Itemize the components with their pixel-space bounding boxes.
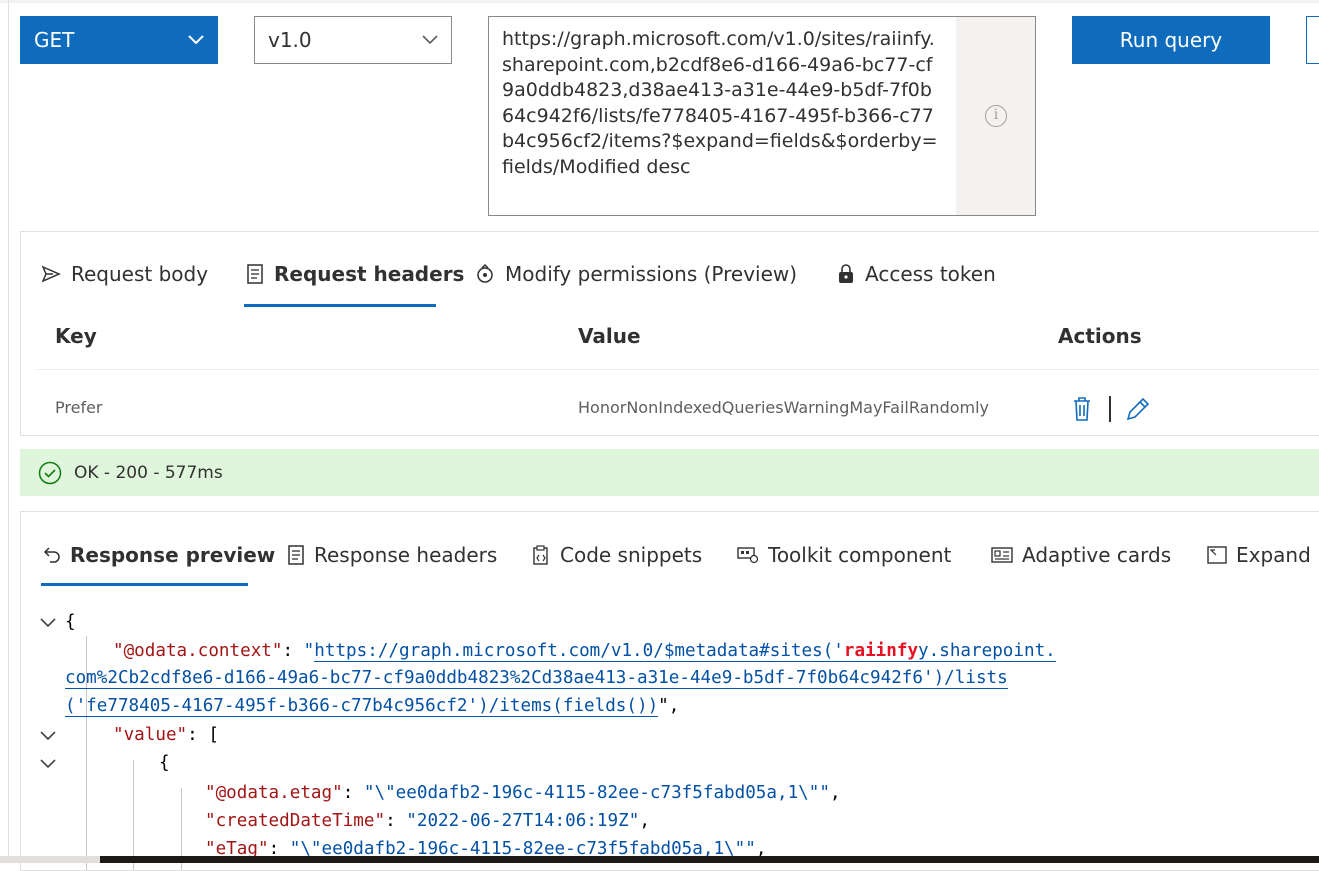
toolkit-icon — [737, 547, 759, 564]
json-string: " — [303, 641, 315, 661]
table-divider — [37, 369, 1319, 370]
permissions-icon — [477, 264, 493, 283]
http-method-dropdown[interactable]: GET — [20, 16, 218, 64]
tab-response-preview[interactable]: Response preview — [43, 543, 275, 567]
header-value-cell: HonorNonIndexedQueriesWarningMayFailRand… — [578, 398, 990, 417]
tab-request-headers[interactable]: Request headers — [246, 262, 464, 286]
json-line: { — [65, 608, 76, 636]
taskbar-strip — [0, 856, 1319, 863]
request-panel: Request body Request headers Modify perm… — [20, 231, 1319, 436]
tab-label: Response headers — [314, 543, 498, 567]
json-key: "@odata.context" — [113, 641, 283, 661]
json-line: ('fe778405-4167-495f-b366-c77b4c956cf2')… — [65, 692, 679, 720]
json-brace: { — [159, 753, 170, 773]
chevron-down-icon — [188, 35, 204, 45]
redacted-text: raiinfy — [843, 641, 919, 661]
request-url-input[interactable]: https://graph.microsoft.com/v1.0/sites/r… — [488, 16, 1036, 216]
api-version-value: v1.0 — [268, 28, 312, 52]
collapse-chevron-icon[interactable] — [39, 613, 57, 631]
document-header-icon — [288, 545, 304, 565]
tab-label: Request headers — [274, 262, 465, 286]
collapse-chevron-icon[interactable] — [39, 726, 57, 744]
card-icon — [991, 547, 1013, 563]
json-key: "@odata.etag" — [205, 783, 343, 803]
chevron-down-icon — [422, 35, 438, 45]
expand-icon — [1207, 546, 1227, 564]
tab-adaptive-cards[interactable]: Adaptive cards — [991, 543, 1171, 567]
request-url-text[interactable]: https://graph.microsoft.com/v1.0/sites/r… — [502, 27, 942, 180]
tab-label: Adaptive cards — [1022, 543, 1172, 567]
checkmark-circle-icon — [38, 461, 62, 484]
lock-icon — [839, 264, 853, 283]
json-bracket: [ — [208, 725, 219, 745]
tab-label: Toolkit component — [768, 543, 952, 567]
tab-access-token[interactable]: Access token — [837, 262, 996, 286]
json-link[interactable]: https://graph.microsoft.com/v1.0/$metada… — [314, 641, 1056, 662]
left-divider — [8, 0, 9, 863]
json-punct: ", — [658, 696, 680, 716]
column-header-actions: Actions — [1058, 324, 1142, 348]
run-query-button[interactable]: Run query — [1072, 16, 1270, 64]
json-key: "createdDateTime" — [205, 811, 386, 831]
undo-arrow-icon — [43, 547, 60, 563]
json-line: "@odata.etag": "\"ee0dafb2-196c-4115-82e… — [205, 783, 841, 803]
header-key-cell: Prefer — [55, 398, 103, 417]
delete-icon[interactable] — [1071, 396, 1093, 422]
tab-label: Expand — [1236, 543, 1311, 567]
tab-request-body[interactable]: Request body — [41, 262, 208, 286]
tab-code-snippets[interactable]: Code snippets — [531, 543, 702, 567]
active-tab-indicator — [244, 304, 436, 307]
tab-label: Code snippets — [560, 543, 703, 567]
http-method-value: GET — [34, 28, 75, 52]
json-line: "createdDateTime": "2022-06-27T14:06:19Z… — [205, 811, 650, 831]
json-line: "@odata.context": "https://graph.microso… — [113, 641, 1056, 662]
tab-expand[interactable]: Expand — [1207, 543, 1311, 567]
status-text: OK - 200 - 577ms — [74, 462, 223, 483]
tab-response-headers[interactable]: Response headers — [287, 543, 497, 567]
status-bar: OK - 200 - 577ms — [20, 449, 1319, 496]
actions-divider — [1109, 396, 1111, 422]
json-line: com%2Cb2cdf8e6-d166-49a6-bc77-cf9a0ddb48… — [65, 664, 1008, 692]
json-key: "value" — [113, 725, 188, 745]
share-button[interactable] — [1306, 16, 1319, 64]
json-string: "2022-06-27T14:06:19Z" — [406, 811, 640, 831]
top-divider — [0, 0, 1319, 3]
indent-guide — [133, 760, 134, 870]
json-link[interactable]: com%2Cb2cdf8e6-d166-49a6-bc77-cf9a0ddb48… — [65, 668, 1008, 689]
tab-label: Modify permissions (Preview) — [505, 262, 798, 286]
info-icon[interactable]: i — [985, 105, 1007, 127]
taskbar-dark — [100, 856, 1319, 863]
send-icon — [41, 265, 61, 283]
json-line: { — [159, 749, 170, 777]
tab-toolkit-component[interactable]: Toolkit component — [737, 543, 951, 567]
tab-label: Request body — [71, 262, 209, 286]
json-link-part: https://graph.microsoft.com/v1.0/$metada… — [314, 641, 844, 661]
code-clipboard-icon — [533, 545, 548, 565]
json-line: "value": [ — [113, 725, 219, 745]
tab-label: Response preview — [70, 543, 276, 567]
collapse-chevron-icon[interactable] — [39, 754, 57, 772]
tab-modify-permissions[interactable]: Modify permissions (Preview) — [475, 262, 797, 286]
json-link-part: y.sharepoint. — [918, 641, 1056, 661]
tab-label: Access token — [865, 262, 996, 286]
document-header-icon — [247, 264, 263, 284]
api-version-dropdown[interactable]: v1.0 — [254, 16, 452, 64]
json-link[interactable]: ('fe778405-4167-495f-b366-c77b4c956cf2')… — [65, 696, 659, 717]
json-string: "\"ee0dafb2-196c-4115-82ee-c73f5fabd05a,… — [363, 783, 830, 803]
response-panel: Response preview Response headers Code s… — [20, 511, 1319, 871]
edit-pencil-icon[interactable] — [1125, 396, 1151, 422]
json-brace: { — [65, 612, 76, 632]
column-header-value: Value — [578, 324, 641, 348]
active-tab-indicator — [41, 583, 248, 586]
column-header-key: Key — [55, 324, 97, 348]
